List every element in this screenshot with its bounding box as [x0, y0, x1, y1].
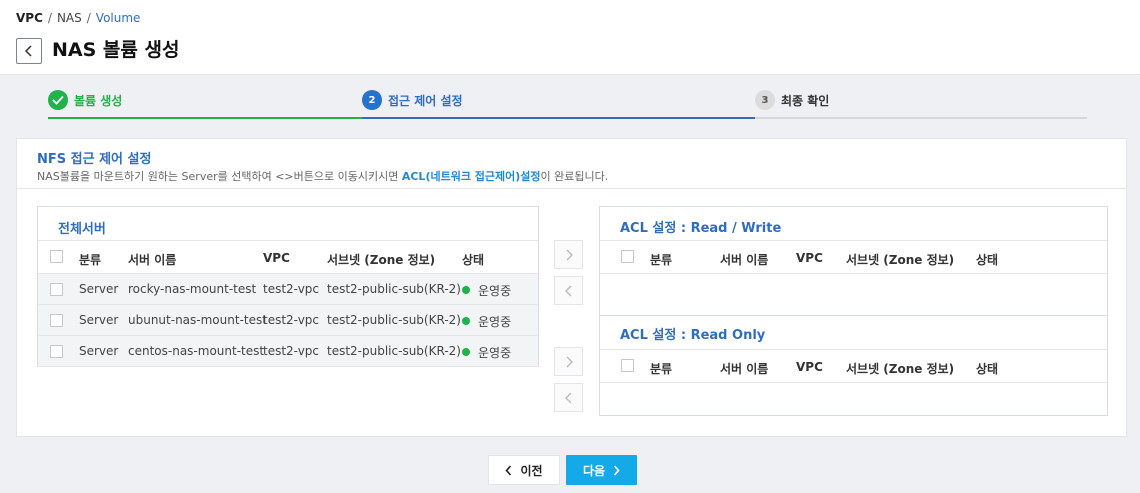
step-access-control: 2 접근 제어 설정 — [362, 87, 755, 119]
column-type: 분류 — [650, 253, 673, 267]
chevron-left-icon — [564, 285, 571, 296]
column-vpc: VPC — [796, 360, 823, 374]
column-status: 상태 — [462, 253, 485, 267]
table-row[interactable]: Server rocky-nas-mount-test test2-vpc te… — [38, 274, 538, 305]
column-server-name: 서버 이름 — [720, 253, 769, 267]
cell-server-name: centos-nas-mount-test — [128, 344, 265, 358]
cell-status: 운영중 — [478, 346, 512, 360]
step-progress-bar — [755, 117, 1087, 119]
step-final-confirm: 3 최종 확인 — [755, 87, 1087, 119]
move-right-rw-button[interactable] — [554, 240, 583, 269]
table-header: 분류 서버 이름 VPC 서브넷 (Zone 정보) 상태 — [38, 240, 538, 274]
breadcrumb-nas[interactable]: NAS — [57, 11, 82, 25]
nfs-description: NAS볼륨을 마운트하기 원하는 Server를 선택하여 <>버튼으로 이동시… — [37, 168, 608, 184]
step-number: 2 — [362, 90, 382, 110]
move-right-ro-button[interactable] — [554, 347, 583, 376]
acl-read-write-title: ACL 설정 : Read / Write — [620, 221, 782, 236]
step-progress-bar — [362, 117, 755, 119]
column-server-name: 서버 이름 — [720, 362, 769, 376]
cell-vpc: test2-vpc — [263, 282, 320, 296]
acl-read-only-title: ACL 설정 : Read Only — [620, 328, 766, 343]
next-button-label: 다음 — [582, 463, 606, 478]
page-header: VPC / NAS / Volume NAS 볼륨 생성 — [0, 0, 1140, 75]
column-vpc: VPC — [263, 251, 290, 265]
chevron-left-icon — [24, 45, 32, 57]
page-title: NAS 볼륨 생성 — [52, 39, 180, 61]
row-checkbox[interactable] — [50, 314, 63, 327]
cell-vpc: test2-vpc — [263, 344, 320, 358]
select-all-checkbox[interactable] — [621, 359, 634, 372]
column-subnet: 서브넷 (Zone 정보) — [327, 253, 436, 267]
column-status: 상태 — [976, 253, 999, 267]
chevron-left-icon — [505, 464, 512, 476]
nfs-panel: NFS 접근 제어 설정 NAS볼륨을 마운트하기 원하는 Server를 선택… — [16, 138, 1127, 437]
breadcrumb-volume[interactable]: Volume — [96, 11, 141, 25]
breadcrumb-separator: / — [47, 11, 52, 25]
row-checkbox[interactable] — [50, 283, 63, 296]
stepper: 볼륨 생성 2 접근 제어 설정 3 최종 확인 — [48, 87, 1087, 119]
cell-subnet: test2-public-sub(KR-2) — [327, 344, 461, 358]
next-button[interactable]: 다음 — [566, 455, 637, 485]
step-number: 3 — [755, 90, 775, 110]
select-all-checkbox[interactable] — [50, 250, 63, 263]
step-label: 볼륨 생성 — [74, 94, 123, 108]
status-dot-icon — [462, 286, 470, 294]
cell-server-name: rocky-nas-mount-test — [128, 282, 257, 296]
cell-subnet: test2-public-sub(KR-2) — [327, 282, 461, 296]
column-type: 분류 — [79, 253, 102, 267]
breadcrumb: VPC / NAS / Volume — [16, 11, 140, 25]
move-left-rw-button[interactable] — [554, 276, 583, 305]
chevron-right-icon — [566, 356, 573, 367]
prev-button[interactable]: 이전 — [488, 455, 560, 485]
move-left-ro-button[interactable] — [554, 383, 583, 412]
cell-vpc: test2-vpc — [263, 313, 320, 327]
column-status: 상태 — [976, 362, 999, 376]
table-header: 분류 서버 이름 VPC 서브넷 (Zone 정보) 상태 — [600, 240, 1107, 274]
step-progress-bar — [48, 117, 362, 119]
nfs-title: NFS 접근 제어 설정 — [37, 152, 152, 167]
cell-type: Server — [79, 313, 119, 327]
cell-status: 운영중 — [478, 315, 512, 329]
status-dot-icon — [462, 348, 470, 356]
nfs-description-text: 이 완료됩니다. — [540, 170, 609, 183]
select-all-checkbox[interactable] — [621, 250, 634, 263]
table-row[interactable]: Server centos-nas-mount-test test2-vpc t… — [38, 336, 538, 367]
table-header: 분류 서버 이름 VPC 서브넷 (Zone 정보) 상태 — [600, 349, 1107, 383]
nfs-description-text: NAS볼륨을 마운트하기 원하는 Server를 선택하여 <>버튼으로 이동시… — [37, 170, 402, 183]
nfs-description-highlight: ACL(네트워크 접근제어)설정 — [401, 170, 541, 183]
step-label: 접근 제어 설정 — [388, 94, 463, 108]
breadcrumb-separator: / — [86, 11, 91, 25]
check-icon — [48, 90, 68, 110]
cell-status: 운영중 — [478, 284, 512, 298]
cell-type: Server — [79, 282, 119, 296]
step-volume-create: 볼륨 생성 — [48, 87, 362, 119]
table-row[interactable]: Server ubunut-nas-mount-test test2-vpc t… — [38, 305, 538, 336]
step-label: 최종 확인 — [781, 94, 830, 108]
row-checkbox[interactable] — [50, 345, 63, 358]
chevron-left-icon — [564, 392, 571, 403]
chevron-right-icon — [613, 464, 620, 476]
chevron-right-icon — [566, 249, 573, 260]
column-vpc: VPC — [796, 251, 823, 265]
cell-type: Server — [79, 344, 119, 358]
back-button[interactable] — [16, 38, 42, 64]
cell-subnet: test2-public-sub(KR-2) — [327, 313, 461, 327]
all-servers-box: 전체서버 분류 서버 이름 VPC 서브넷 (Zone 정보) 상태 Serve… — [37, 206, 539, 367]
cell-server-name: ubunut-nas-mount-test — [128, 313, 267, 327]
column-type: 분류 — [650, 362, 673, 376]
prev-button-label: 이전 — [520, 463, 543, 478]
acl-read-only-box: ACL 설정 : Read Only 분류 서버 이름 VPC 서브넷 (Zon… — [599, 315, 1108, 416]
acl-read-write-box: ACL 설정 : Read / Write 분류 서버 이름 VPC 서브넷 (… — [599, 206, 1108, 315]
status-dot-icon — [462, 317, 470, 325]
column-subnet: 서브넷 (Zone 정보) — [846, 362, 955, 376]
column-subnet: 서브넷 (Zone 정보) — [846, 253, 955, 267]
nfs-panel-header: NFS 접근 제어 설정 NAS볼륨을 마운트하기 원하는 Server를 선택… — [17, 139, 1126, 189]
breadcrumb-vpc[interactable]: VPC — [16, 11, 43, 25]
column-server-name: 서버 이름 — [128, 253, 177, 267]
all-servers-title: 전체서버 — [58, 222, 106, 237]
